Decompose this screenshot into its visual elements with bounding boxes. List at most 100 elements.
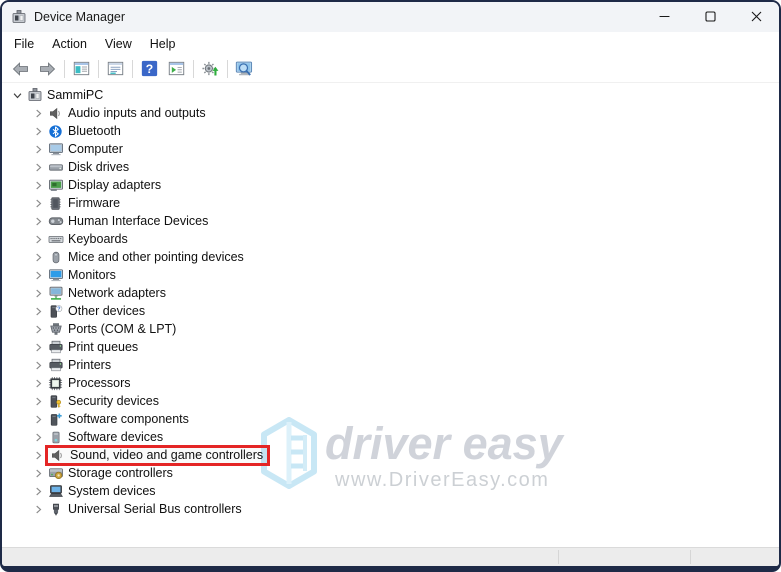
chevron-right-icon[interactable] (30, 379, 47, 388)
tree-item-computer[interactable]: Computer (2, 140, 779, 158)
tree-item-storage-controllers[interactable]: Storage controllers (2, 464, 779, 482)
tree-item-printers[interactable]: Printers (2, 356, 779, 374)
tree-item-audio-inputs-and-outputs[interactable]: Audio inputs and outputs (2, 104, 779, 122)
device-manager-window: Device Manager FileActionViewHelp ? Samm… (0, 0, 781, 572)
chevron-right-icon[interactable] (30, 361, 47, 370)
tree-item-system-devices[interactable]: System devices (2, 482, 779, 500)
tree-item-label: SammiPC (47, 87, 103, 103)
tree-item-label: Other devices (68, 303, 145, 319)
tree-item-firmware[interactable]: Firmware (2, 194, 779, 212)
tree-item-label: Disk drives (68, 159, 129, 175)
tree-item-other-devices[interactable]: ?Other devices (2, 302, 779, 320)
printer-icon (47, 339, 64, 355)
menu-item-view[interactable]: View (96, 34, 141, 54)
tree-item-label: Software devices (68, 429, 163, 445)
toolbar-help-button[interactable]: ? (136, 57, 163, 81)
software-device-icon (47, 429, 64, 445)
back-icon (11, 61, 30, 77)
status-bar (2, 547, 779, 566)
properties-icon (107, 60, 124, 77)
minimize-button[interactable] (641, 2, 687, 32)
chevron-right-icon[interactable] (30, 469, 47, 478)
chevron-right-icon[interactable] (30, 397, 47, 406)
menu-item-file[interactable]: File (5, 34, 43, 54)
security-device-icon (47, 393, 64, 409)
window-body: Device Manager FileActionViewHelp ? Samm… (2, 2, 779, 566)
menu-item-action[interactable]: Action (43, 34, 96, 54)
chevron-right-icon[interactable] (30, 415, 47, 424)
tree-item-label: Human Interface Devices (68, 213, 208, 229)
toolbar: ? (2, 55, 779, 83)
chevron-right-icon[interactable] (30, 343, 47, 352)
tree-item-mice-and-other-pointing-devices[interactable]: Mice and other pointing devices (2, 248, 779, 266)
help-icon: ? (141, 60, 158, 77)
device-tree: SammiPCAudio inputs and outputsBluetooth… (2, 83, 779, 547)
chevron-down-icon[interactable] (9, 91, 26, 100)
maximize-button[interactable] (687, 2, 733, 32)
svg-text:?: ? (146, 62, 153, 76)
chevron-right-icon[interactable] (30, 289, 47, 298)
update-driver-icon (202, 60, 220, 77)
disk-drive-icon (47, 159, 64, 175)
show-console-tree-icon (73, 60, 90, 77)
tree-item-label: Sound, video and game controllers (70, 447, 263, 463)
tree-item-network-adapters[interactable]: Network adapters (2, 284, 779, 302)
chevron-right-icon[interactable] (30, 235, 47, 244)
chevron-right-icon[interactable] (30, 181, 47, 190)
tree-item-monitors[interactable]: Monitors (2, 266, 779, 284)
tree-item-print-queues[interactable]: Print queues (2, 338, 779, 356)
tree-item-software-components[interactable]: Software components (2, 410, 779, 428)
toolbar-forward-button[interactable] (34, 57, 61, 81)
toolbar-show-console-tree-button[interactable] (68, 57, 95, 81)
toolbar-scan-hardware-changes-button[interactable] (231, 57, 258, 81)
menu-item-help[interactable]: Help (141, 34, 185, 54)
tree-item-human-interface-devices[interactable]: Human Interface Devices (2, 212, 779, 230)
close-button[interactable] (733, 2, 779, 32)
chevron-right-icon[interactable] (30, 271, 47, 280)
forward-icon (38, 61, 57, 77)
window-title: Device Manager (34, 10, 125, 24)
chevron-right-icon[interactable] (30, 433, 47, 442)
chevron-right-icon[interactable] (30, 163, 47, 172)
highlight-box: Sound, video and game controllers (45, 445, 270, 466)
tree-item-ports-com-lpt[interactable]: Ports (COM & LPT) (2, 320, 779, 338)
firmware-chip-icon (47, 195, 64, 211)
bluetooth-icon (47, 123, 64, 139)
tree-item-disk-drives[interactable]: Disk drives (2, 158, 779, 176)
tree-item-security-devices[interactable]: Security devices (2, 392, 779, 410)
toolbar-update-driver-button[interactable] (197, 57, 224, 81)
tree-item-label: Keyboards (68, 231, 128, 247)
tree-item-label: Monitors (68, 267, 116, 283)
show-action-pane-icon (168, 60, 185, 77)
chevron-right-icon[interactable] (30, 505, 47, 514)
chevron-right-icon[interactable] (30, 109, 47, 118)
tree-item-label: Computer (68, 141, 123, 157)
chevron-right-icon[interactable] (30, 325, 47, 334)
chevron-right-icon[interactable] (30, 145, 47, 154)
speaker-icon (47, 105, 64, 121)
chevron-right-icon[interactable] (30, 127, 47, 136)
device-manager-icon (26, 87, 43, 103)
tree-item-software-devices[interactable]: Software devices (2, 428, 779, 446)
chevron-right-icon[interactable] (30, 307, 47, 316)
tree-item-keyboards[interactable]: Keyboards (2, 230, 779, 248)
scan-hardware-changes-icon (235, 60, 254, 78)
toolbar-show-action-pane-button[interactable] (163, 57, 190, 81)
unknown-device-icon: ? (47, 303, 64, 319)
menu-bar: FileActionViewHelp (2, 32, 779, 55)
toolbar-back-button[interactable] (7, 57, 34, 81)
chevron-right-icon[interactable] (30, 217, 47, 226)
tree-item-sammipc[interactable]: SammiPC (2, 86, 779, 104)
chevron-right-icon[interactable] (30, 253, 47, 262)
toolbar-properties-button[interactable] (102, 57, 129, 81)
tree-item-processors[interactable]: Processors (2, 374, 779, 392)
tree-item-universal-serial-bus-controllers[interactable]: Universal Serial Bus controllers (2, 500, 779, 518)
tree-item-label: Mice and other pointing devices (68, 249, 244, 265)
chevron-right-icon[interactable] (30, 487, 47, 496)
tree-item-display-adapters[interactable]: Display adapters (2, 176, 779, 194)
chevron-right-icon[interactable] (30, 199, 47, 208)
tree-item-bluetooth[interactable]: Bluetooth (2, 122, 779, 140)
toolbar-separator (132, 60, 133, 78)
tree-item-sound-video-and-game-controllers[interactable]: Sound, video and game controllers (2, 446, 779, 464)
toolbar-separator (227, 60, 228, 78)
